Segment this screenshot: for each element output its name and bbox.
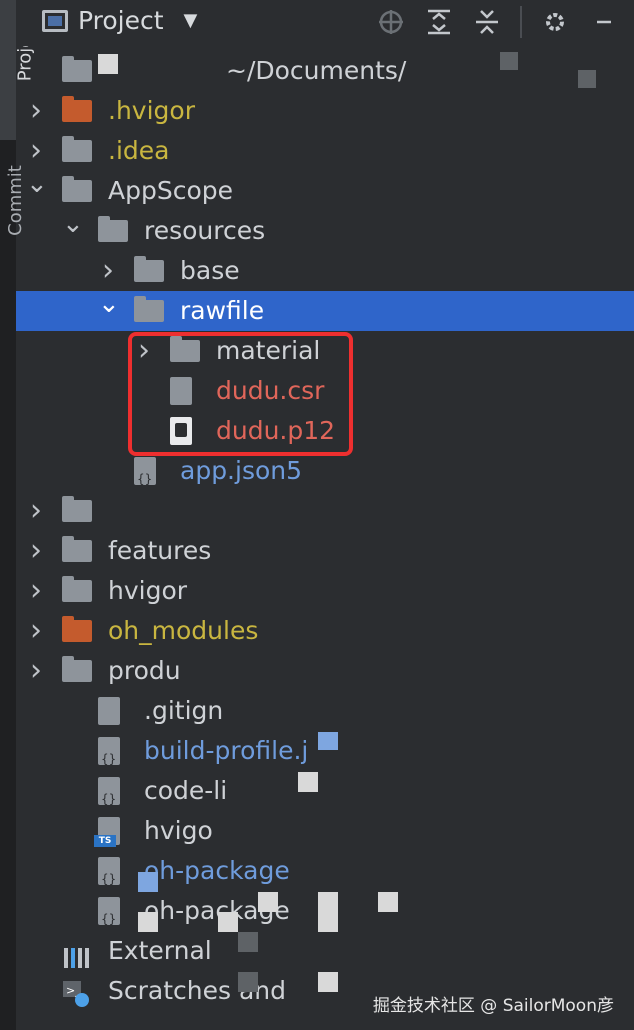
tree-item-label: External	[108, 936, 212, 965]
project-title: Project	[78, 6, 164, 35]
tree-item-label: AppScope	[108, 176, 233, 205]
tree-item-label: build-profile.j	[144, 736, 309, 765]
redaction-block	[318, 892, 338, 932]
redaction-block	[258, 892, 278, 912]
tree-row[interactable]: oh-package	[16, 851, 634, 899]
tree-item-label: features	[108, 536, 212, 565]
tree-row[interactable]: External	[16, 931, 634, 971]
tree-row[interactable]: ⌄ AppScope	[16, 171, 634, 211]
gear-icon[interactable]	[540, 6, 570, 38]
tree-row[interactable]: › base	[16, 251, 634, 291]
ts-badge: TS	[94, 835, 116, 847]
tree-row[interactable]: ⌄ resources	[16, 211, 634, 251]
redaction-block	[318, 732, 338, 750]
locate-icon[interactable]	[376, 6, 406, 38]
folder-icon	[98, 216, 128, 242]
tree-item-label: rawfile	[180, 296, 265, 325]
redaction-block	[238, 972, 258, 992]
folder-icon	[62, 136, 92, 162]
json-file-icon	[98, 777, 120, 819]
folder-icon	[134, 296, 164, 322]
redaction-block	[500, 52, 518, 70]
tree-row[interactable]: › .hvigor	[16, 91, 634, 131]
redaction-block	[98, 54, 118, 74]
json-file-icon	[98, 897, 120, 939]
chevron-down-icon[interactable]: ⌄	[62, 211, 84, 251]
tree-item-label: .hvigor	[108, 96, 195, 125]
json-file-icon	[98, 737, 120, 779]
excluded-folder-icon	[62, 616, 92, 642]
tool-window-strip: Project Commit	[0, 0, 35, 1030]
redaction-block	[218, 912, 238, 932]
typescript-file-icon: TS	[94, 817, 120, 847]
json-file-icon	[134, 457, 156, 499]
redaction-block	[578, 70, 596, 88]
tree-row[interactable]: TS hvigo	[16, 811, 634, 851]
module-folder-icon	[62, 56, 92, 82]
chevron-down-icon: ▼	[183, 10, 198, 31]
redaction-block	[378, 892, 398, 912]
tree-item-label: produ	[108, 656, 181, 685]
tree-item-label: resources	[144, 216, 266, 245]
folder-icon	[134, 256, 164, 282]
project-tree: ~/Documents/ › .hvigor › .idea ⌄ AppScope ⌄ reso…	[16, 51, 634, 1011]
folder-icon	[62, 176, 92, 202]
tree-item-label: hvigor	[108, 576, 188, 605]
tree-item-label: code-li	[144, 776, 228, 805]
tree-row[interactable]: › features	[16, 531, 634, 571]
chevron-right-icon[interactable]: ›	[26, 651, 46, 691]
scratches-icon: >_	[62, 980, 92, 1007]
libraries-icon	[62, 940, 92, 968]
tree-row[interactable]: › oh_modules	[16, 611, 634, 651]
redaction-block	[138, 912, 158, 932]
chevron-down-icon[interactable]: ⌄	[98, 291, 120, 331]
chevron-right-icon[interactable]: ›	[98, 251, 118, 291]
chevron-down-icon[interactable]: ⌄	[26, 171, 48, 211]
toolbar-divider	[520, 6, 522, 38]
redaction-block	[298, 772, 318, 792]
file-icon	[98, 697, 120, 725]
tree-item-label: hvigo	[144, 816, 213, 845]
chevron-right-icon[interactable]: ›	[26, 611, 46, 651]
chevron-right-icon[interactable]: ›	[26, 91, 46, 131]
project-window-icon	[42, 9, 68, 32]
tree-row[interactable]: ›	[16, 491, 634, 531]
tree-row[interactable]: ⌄ rawfile	[16, 291, 634, 331]
tree-item-label: base	[180, 256, 240, 285]
annotation-highlight-box	[128, 332, 353, 456]
project-toolbar: Project ▼	[16, 0, 634, 46]
project-tool-tab[interactable]: Project	[0, 0, 35, 140]
tree-row[interactable]: app.json5	[16, 451, 634, 499]
chevron-right-icon[interactable]: ›	[26, 571, 46, 611]
tree-item-label: oh_modules	[108, 616, 259, 645]
excluded-folder-icon	[62, 96, 92, 122]
tree-item-label: Scratches and	[108, 976, 286, 1005]
folder-icon	[62, 536, 92, 562]
tree-item-label: .gitign	[144, 696, 224, 725]
chevron-right-icon[interactable]: ›	[26, 131, 46, 171]
tree-row[interactable]: .gitign	[16, 691, 634, 731]
redaction-block	[238, 932, 258, 952]
chevron-right-icon[interactable]: ›	[26, 491, 46, 531]
tree-item-label: .idea	[108, 136, 170, 165]
folder-icon	[62, 496, 92, 522]
redaction-block	[318, 972, 338, 992]
chevron-right-icon[interactable]: ›	[26, 531, 46, 571]
json-file-icon	[98, 857, 120, 899]
redaction-block	[138, 872, 158, 892]
collapse-all-icon[interactable]	[472, 6, 502, 38]
project-view-selector[interactable]: Project ▼	[42, 6, 197, 35]
tree-row[interactable]: › .idea	[16, 131, 634, 171]
tree-row[interactable]: code-li	[16, 771, 634, 819]
folder-icon	[62, 576, 92, 602]
tree-item-label: oh-package	[144, 856, 290, 885]
tree-item-label: ~/Documents/	[226, 56, 407, 85]
watermark: 掘金技术社区 @ SailorMoon彦	[372, 996, 614, 1016]
tree-item-label: app.json5	[180, 456, 303, 485]
hide-icon[interactable]	[588, 6, 618, 38]
expand-all-icon[interactable]	[424, 6, 454, 38]
tree-row[interactable]: › hvigor	[16, 571, 634, 611]
folder-icon	[62, 656, 92, 682]
tree-row[interactable]: › produ	[16, 651, 634, 691]
